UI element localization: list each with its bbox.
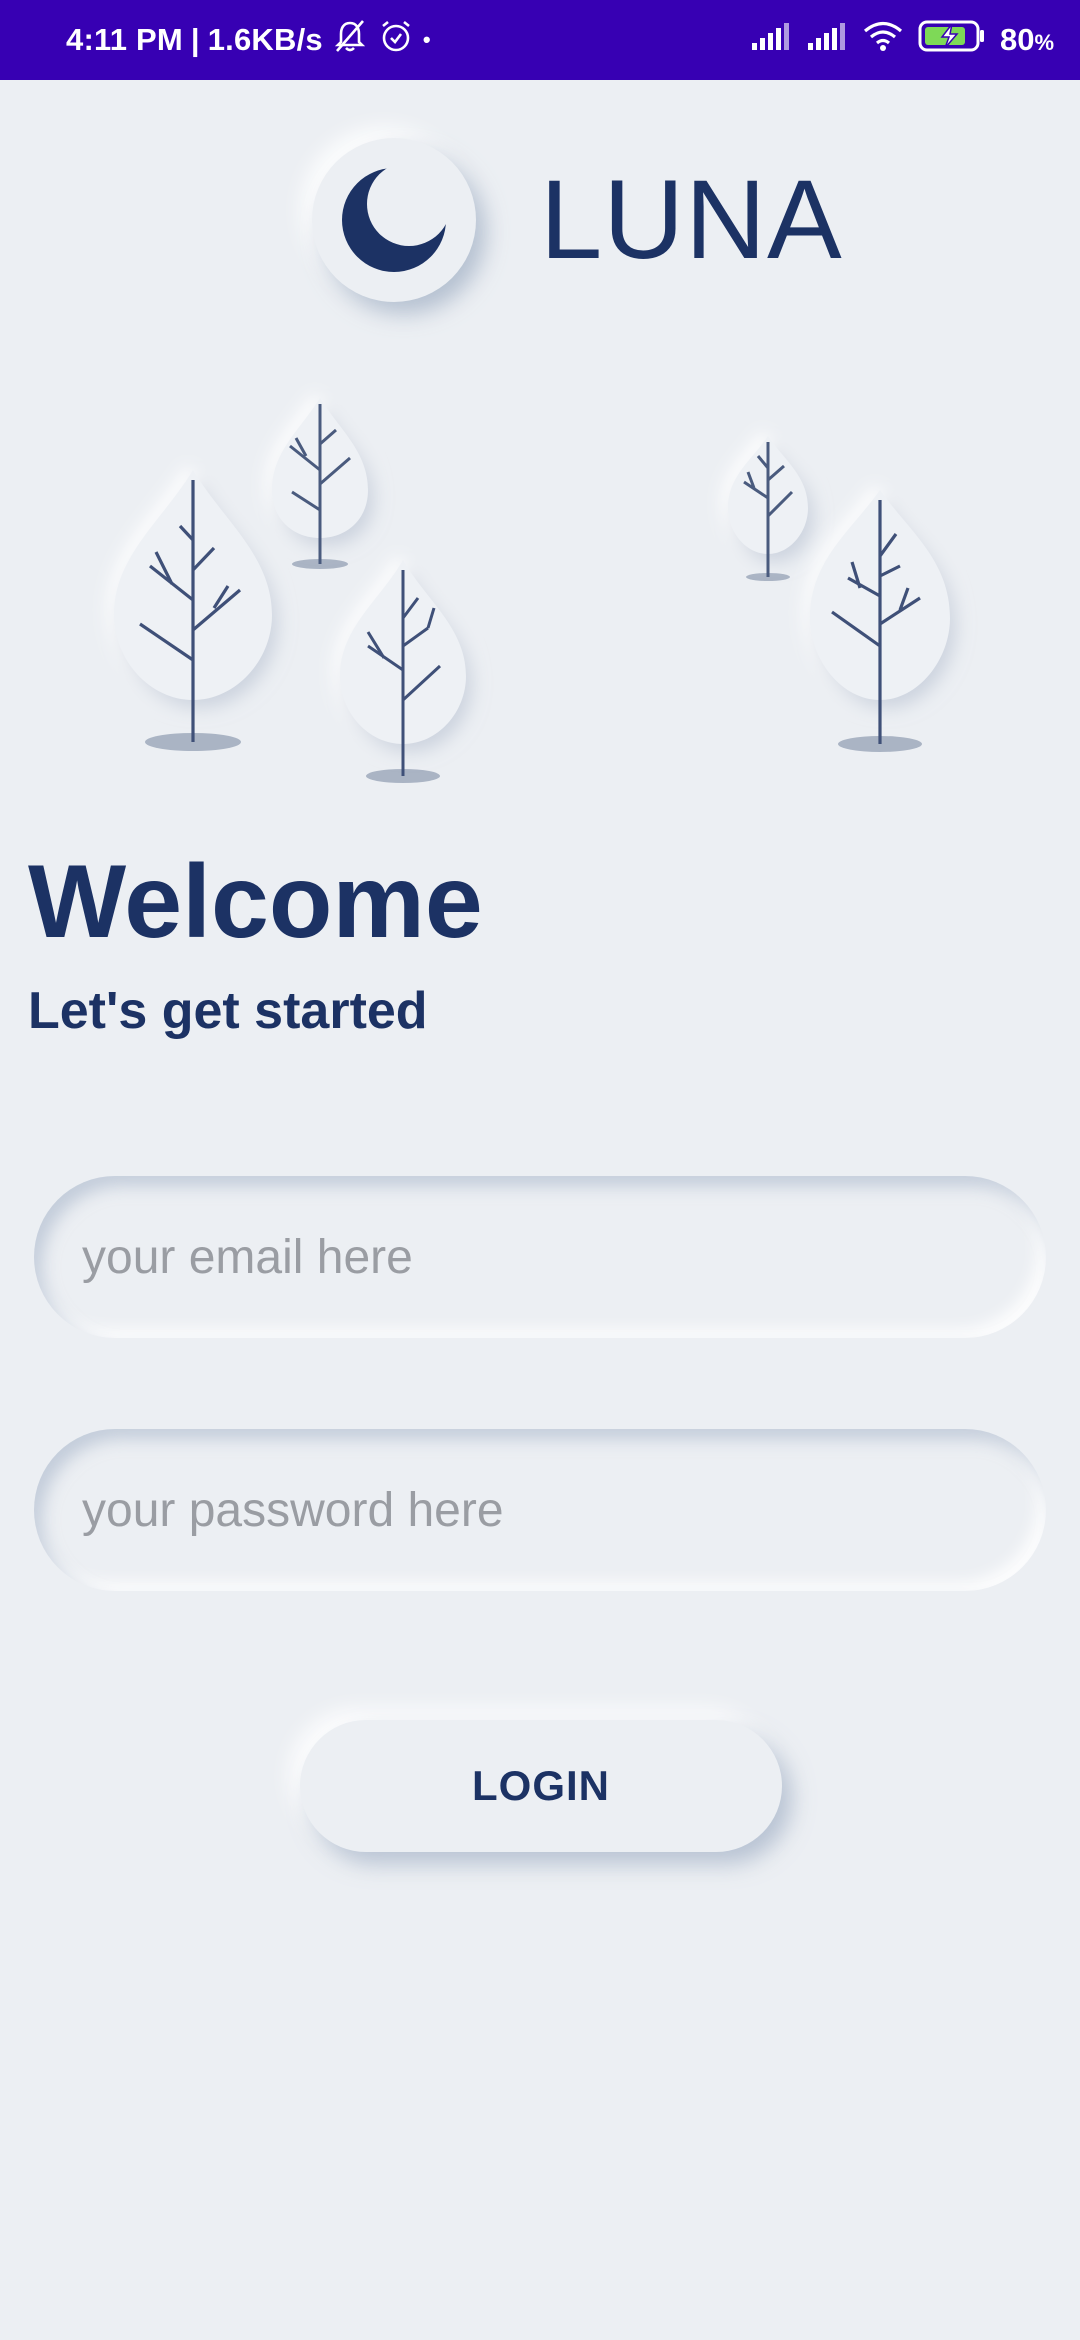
battery-charging-icon [918,19,986,61]
wifi-icon [862,20,904,60]
status-bar-left: 4:11 PM | 1.6KB/s • [66,0,431,80]
login-screen: 4:11 PM | 1.6KB/s • 80% LUNA Welcome Let… [0,0,1080,2340]
status-bar: 4:11 PM | 1.6KB/s • 80% [0,0,1080,80]
tree-icon [114,470,272,751]
status-dot: • [422,27,431,52]
email-field-container [34,1176,1046,1338]
trees-illustration [114,398,950,783]
status-separator: | [190,22,200,57]
login-button[interactable]: LOGIN [300,1720,782,1852]
mute-bell-icon [331,17,369,63]
status-bar-right: 80% [750,0,1054,80]
email-field[interactable] [80,1206,1004,1308]
signal-icon [806,21,848,59]
tree-icon [810,490,950,752]
logo-badge [312,138,476,302]
network-speed: 1.6KB/s [207,22,323,57]
tree-icon [340,560,466,783]
password-field-container [34,1429,1046,1591]
welcome-subtitle: Let's get started [28,982,428,1040]
welcome-heading: Welcome [28,844,483,960]
alarm-icon [377,17,415,63]
battery-percent-unit: % [1034,30,1054,55]
app-name: LUNA [540,157,843,282]
tree-icon [272,398,368,569]
battery-percent-value: 80 [999,22,1035,57]
battery-percent: 80% [1000,22,1054,58]
status-time: 4:11 PM [66,22,183,57]
crescent-moon-icon [342,168,446,272]
password-field[interactable] [80,1459,1004,1561]
tree-icon [728,436,808,581]
signal-icon [750,21,792,59]
